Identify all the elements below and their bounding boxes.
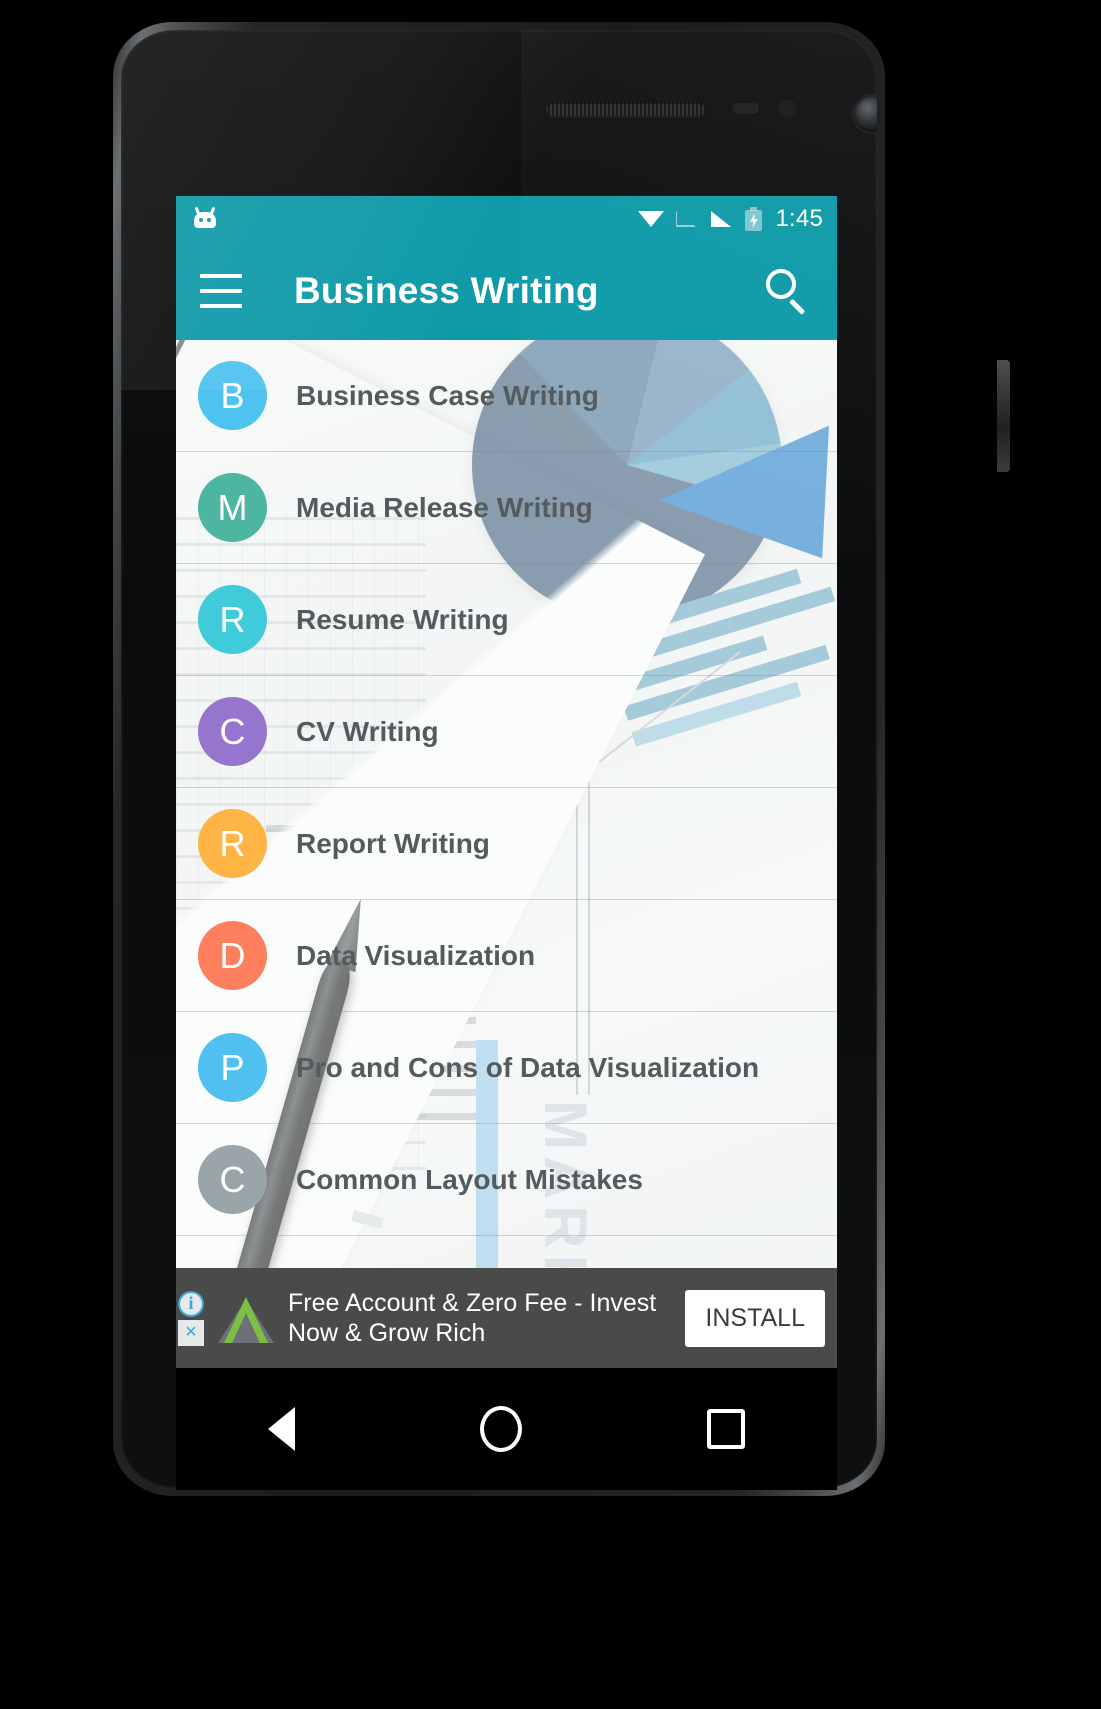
page-title: Business Writing — [294, 270, 599, 311]
topic-list: B Business Case Writing M Media Release Wri… — [176, 340, 837, 1368]
list-item[interactable]: R Report Writing — [176, 788, 837, 900]
wifi-icon — [638, 209, 665, 229]
list-item-label: CV Writing — [296, 715, 439, 747]
front-camera — [854, 96, 877, 132]
app-bar: Business Writing — [176, 242, 837, 340]
nav-recents-icon[interactable] — [706, 1409, 745, 1449]
list-item-label: Data Visualization — [296, 939, 536, 971]
list-item[interactable]: R Resume Writing — [176, 564, 837, 676]
list-item-label: Common Layout Mistakes — [296, 1163, 643, 1195]
list-item-label: Media Release Writing — [296, 491, 593, 523]
proximity-sensor — [733, 103, 759, 114]
ad-close-icon[interactable]: × — [178, 1319, 204, 1346]
list-item[interactable]: M Media Release Writing — [176, 452, 837, 564]
avatar: D — [198, 921, 267, 990]
list-item[interactable]: B Business Case Writing — [176, 340, 837, 452]
ad-info-icon[interactable]: i — [178, 1290, 204, 1317]
signal-empty-icon — [675, 209, 699, 229]
avatar: B — [198, 361, 267, 430]
light-sensor — [779, 100, 796, 117]
signal-full-icon — [710, 209, 734, 229]
ad-advertiser-logo-icon — [214, 1289, 278, 1347]
phone-screen: 1:45 Business Writing MARKETING B Busine… — [176, 196, 837, 1368]
avatar: M — [198, 473, 267, 542]
battery-charging-icon — [745, 207, 763, 231]
avatar: R — [198, 809, 267, 878]
ad-headline: Free Account & Zero Fee - Invest Now & G… — [288, 1288, 657, 1348]
list-item-label: Report Writing — [296, 827, 490, 859]
ad-controls: i × — [176, 1268, 210, 1368]
search-icon[interactable] — [761, 265, 813, 317]
status-bar-clock: 1:45 — [775, 205, 823, 232]
list-item[interactable]: C Common Layout Mistakes — [176, 1124, 837, 1236]
status-icons: 1:45 — [638, 205, 823, 233]
avatar: C — [198, 697, 267, 766]
list-item-label: Business Case Writing — [296, 379, 599, 411]
topic-list-area: MARKETING B Business Case Writing M Media R… — [176, 340, 837, 1368]
list-item[interactable]: P Pro and Cons of Data Visualization — [176, 1012, 837, 1124]
earpiece-speaker — [546, 102, 706, 116]
power-button[interactable] — [997, 360, 1010, 472]
nav-home-icon[interactable] — [479, 1406, 522, 1452]
android-navigation-bar — [176, 1368, 837, 1490]
avatar: P — [198, 1033, 267, 1102]
avatar: R — [198, 585, 267, 654]
screenshot-root: 1:45 Business Writing MARKETING B Busine… — [0, 0, 1101, 1709]
hamburger-menu-icon[interactable] — [200, 274, 242, 308]
android-robot-icon — [190, 206, 220, 231]
ad-banner[interactable]: i × Free Account & Zero Fee - Invest Now… — [176, 1268, 837, 1368]
ad-install-button[interactable]: INSTALL — [685, 1289, 825, 1347]
nav-back-icon[interactable] — [268, 1407, 296, 1451]
status-bar: 1:45 — [176, 196, 837, 242]
list-item-label: Pro and Cons of Data Visualization — [296, 1051, 760, 1083]
list-item[interactable]: C CV Writing — [176, 676, 837, 788]
list-item[interactable]: D Data Visualization — [176, 900, 837, 1012]
list-item-label: Resume Writing — [296, 603, 509, 635]
avatar: C — [198, 1145, 267, 1214]
